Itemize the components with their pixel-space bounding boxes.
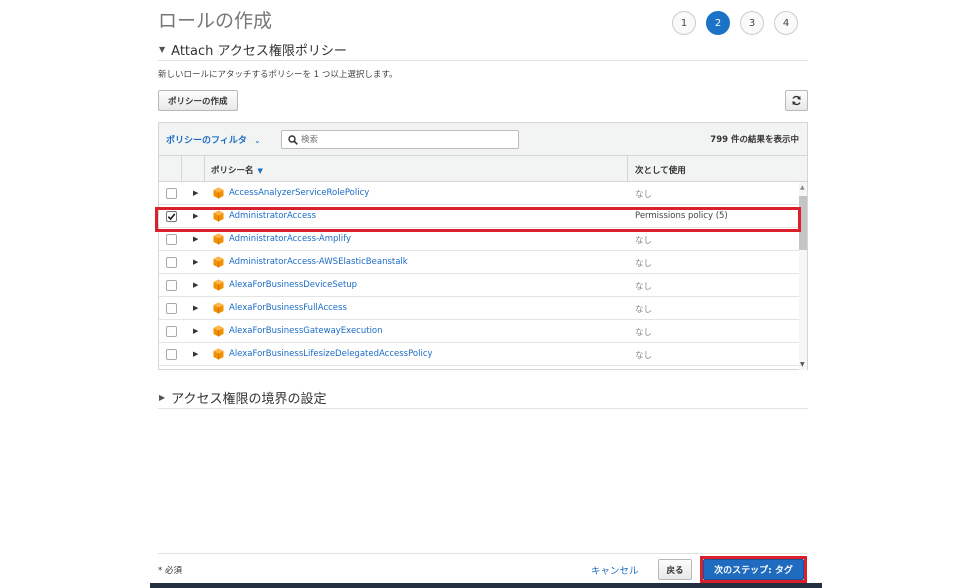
policy-filter-label: ポリシーのフィルタ [166,136,247,146]
instruction-text: 新しいロールにアタッチするポリシーを 1 つ以上選択します。 [158,70,398,80]
expand-arrow-icon[interactable]: ▶ [193,235,198,243]
page-title: ロールの作成 [158,10,273,32]
expand-arrow-icon[interactable]: ▶ [193,281,198,289]
create-policy-button[interactable]: ポリシーの作成 [158,90,238,111]
scroll-up-arrow-icon[interactable]: ▲ [800,184,805,191]
next-button-highlight [700,556,807,583]
used-as-value: なし [635,328,653,338]
row-checkbox[interactable] [166,280,177,291]
column-divider [627,156,628,182]
chevron-down-icon: ⌄ [253,136,261,145]
expand-caret-icon: ▶ [159,393,166,402]
permissions-boundary-title: アクセス権限の境界の設定 [171,392,327,407]
policy-filter-dropdown[interactable]: ポリシーのフィルタ ⌄ [166,133,261,146]
step-4: 4 [774,11,798,35]
used-as-value: なし [635,236,653,246]
expand-arrow-icon[interactable]: ▶ [193,258,198,266]
permissions-boundary-section-toggle[interactable]: ▶ アクセス権限の境界の設定 [158,387,808,409]
search-icon [288,135,298,145]
policy-name-link[interactable]: AdministratorAccess-Amplify [229,234,351,244]
bottom-bar [150,583,822,588]
expand-arrow-icon[interactable]: ▶ [193,350,198,358]
policy-cube-icon [213,233,224,245]
step-indicator: 1 2 3 4 [672,11,798,35]
policy-name-link[interactable]: AccessAnalyzerServiceRolePolicy [229,188,369,198]
used-as-value: なし [635,351,653,361]
policy-cube-icon [213,302,224,314]
policy-cube-icon [213,187,224,199]
column-divider [181,156,182,182]
policy-name-link[interactable]: AlexaForBusinessLifesizeDelegatedAccessP… [229,349,433,359]
used-as-column-header[interactable]: 次として使用 [635,164,686,176]
row-checkbox[interactable] [166,326,177,337]
refresh-icon [792,95,801,106]
result-count: 799 件の結果を表示中 [710,135,799,145]
table-row[interactable]: ▶ AlexaForBusinessGatewayExecution なし [159,320,799,343]
expand-arrow-icon[interactable]: ▶ [193,304,198,312]
policy-cube-icon [213,348,224,360]
search-box[interactable] [281,130,519,149]
footer-divider [158,553,808,554]
used-as-value: なし [635,282,653,292]
policy-table: ポリシーのフィルタ ⌄ 799 件の結果を表示中 ポリシー名▼ 次として使用 ▶… [158,122,808,370]
selected-row-highlight [155,207,801,232]
table-row[interactable]: ▶ AlexaForBusinessFullAccess なし [159,297,799,320]
used-as-value: なし [635,259,653,269]
policy-name-link[interactable]: AlexaForBusinessFullAccess [229,303,347,313]
refresh-button[interactable] [785,90,808,111]
table-row[interactable]: ▶ AdministratorAccess-AWSElasticBeanstalk… [159,251,799,274]
used-as-value: なし [635,305,653,315]
table-row[interactable]: ▶ AccessAnalyzerServiceRolePolicy なし [159,182,799,205]
policy-name-column-header[interactable]: ポリシー名 ▼ [211,164,263,176]
row-checkbox[interactable] [166,257,177,268]
policy-cube-icon [213,279,224,291]
column-divider [204,156,205,182]
policy-cube-icon [213,256,224,268]
collapse-caret-icon: ▼ [159,45,166,54]
row-checkbox[interactable] [166,188,177,199]
search-input[interactable] [301,133,511,146]
row-checkbox[interactable] [166,303,177,314]
cancel-link[interactable]: キャンセル [591,563,639,577]
table-row[interactable]: ▶ AlexaForBusinessDeviceSetup なし [159,274,799,297]
policy-name-header-label: ポリシー名 [211,166,254,176]
policy-name-link[interactable]: AlexaForBusinessGatewayExecution [229,326,383,336]
table-header-row: ポリシー名 ▼ 次として使用 [159,156,807,182]
policy-name-link[interactable]: AlexaForBusinessDeviceSetup [229,280,357,290]
row-checkbox[interactable] [166,234,177,245]
row-checkbox[interactable] [166,349,177,360]
policy-name-link[interactable]: AdministratorAccess-AWSElasticBeanstalk [229,257,408,267]
expand-arrow-icon[interactable]: ▶ [193,189,198,197]
scroll-down-arrow-icon[interactable]: ▼ [800,361,805,368]
back-button[interactable]: 戻る [658,559,692,580]
step-1: 1 [672,11,696,35]
required-note: * 必須 [158,566,182,576]
expand-arrow-icon[interactable]: ▶ [193,327,198,335]
used-as-value: なし [635,190,653,200]
step-2-active: 2 [706,11,730,35]
policy-cube-icon [213,325,224,337]
attach-policies-title: Attach アクセス権限ポリシー [171,44,347,59]
step-3: 3 [740,11,764,35]
attach-policies-section-toggle[interactable]: ▼ Attach アクセス権限ポリシー [158,39,808,61]
table-row[interactable]: ▶ AlexaForBusinessLifesizeDelegatedAccess… [159,343,799,366]
filter-bar: ポリシーのフィルタ ⌄ 799 件の結果を表示中 [159,123,807,156]
sort-down-icon: ▼ [257,167,263,175]
